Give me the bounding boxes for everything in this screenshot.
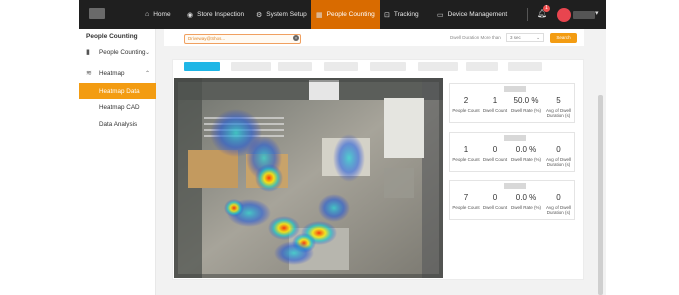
nav-tracking[interactable]: ⊡ Tracking [384, 0, 419, 29]
region-name-placeholder [504, 86, 526, 92]
people-count-label: People Count [452, 205, 480, 210]
stats-panel: 1 People Count 0 Dwell Count 0.0 % Dwell Ra… [449, 132, 575, 172]
sidebar-item-heatmap[interactable]: ≋ Heatmap ⌃ [79, 65, 156, 81]
bar-chart-icon: ▮ [86, 49, 90, 56]
device-icon: ▭ [437, 11, 444, 19]
avg-dwell-label: Avg of Dwell Duration (s) [546, 157, 571, 167]
nav-people-counting[interactable]: ▦ People Counting [311, 0, 380, 29]
heatmap-camera-view [174, 78, 443, 278]
nav-system-setup[interactable]: ⚙ System Setup [256, 0, 307, 29]
username-placeholder[interactable] [573, 11, 595, 19]
chevron-down-icon[interactable]: ▾ [595, 9, 599, 17]
dwell-count-value: 0 [492, 193, 498, 202]
dwell-rate-value: 50.0 % [513, 96, 539, 105]
dwell-duration-label: Dwell Duration More than [450, 35, 501, 40]
sidebar-item-heatmap-data[interactable]: Heatmap Data [79, 83, 156, 99]
avg-dwell-value: 5 [556, 96, 561, 105]
tab-camera-8[interactable] [508, 62, 542, 71]
sidebar-item-heatmap-cad[interactable]: Heatmap CAD [79, 99, 156, 115]
avg-dwell-value: 0 [556, 145, 561, 154]
dwell-duration-select[interactable]: 3 sec ⌄ [506, 33, 544, 42]
avg-dwell-value: 0 [556, 193, 561, 202]
home-icon: ⌂ [145, 11, 150, 18]
region-name-placeholder [504, 135, 526, 141]
nav-device-management[interactable]: ▭ Device Management [437, 0, 507, 29]
tab-camera-2[interactable] [231, 62, 271, 71]
people-count-label: People Count [452, 108, 480, 113]
gear-icon: ⚙ [256, 11, 263, 19]
scrollbar[interactable] [598, 95, 603, 295]
chevron-down-icon: ⌄ [536, 35, 540, 40]
app-logo [89, 8, 105, 19]
chevron-down-icon: ⌄ [145, 49, 151, 56]
people-count-label: People Count [452, 157, 480, 162]
sidebar-item-data-analysis[interactable]: Data Analysis [79, 116, 156, 132]
dwell-rate-label: Dwell Rate (%) [510, 205, 541, 210]
nav-home[interactable]: ⌂ Home [145, 0, 171, 29]
dwell-count-label: Dwell Count [482, 108, 508, 113]
tab-camera-5[interactable] [370, 62, 406, 71]
tab-camera-6[interactable] [418, 62, 458, 71]
top-navigation-bar: ⌂ Home ◉ Store Inspection ⚙ System Setup ▦ P… [79, 0, 606, 29]
avg-dwell-label: Avg of Dwell Duration (s) [546, 205, 571, 215]
dwell-rate-label: Dwell Rate (%) [510, 157, 541, 162]
dwell-count-label: Dwell Count [482, 157, 508, 162]
tab-camera-1[interactable] [184, 62, 220, 71]
dwell-rate-label: Dwell Rate (%) [510, 108, 541, 113]
tab-camera-3[interactable] [278, 62, 312, 71]
avatar[interactable] [557, 8, 571, 22]
avg-dwell-label: Avg of Dwell Duration (s) [546, 108, 571, 118]
tab-camera-4[interactable] [324, 62, 358, 71]
stats-panel: 2 People Count 1 Dwell Count 50.0 % Dwell R… [449, 83, 575, 123]
chevron-up-icon: ⌃ [145, 70, 151, 77]
sidebar-item-people-counting[interactable]: ▮ People Counting ⌄ [79, 44, 156, 60]
nav-divider [527, 8, 528, 21]
notification-badge: 1 [543, 5, 550, 12]
people-count-value: 7 [463, 193, 469, 202]
region-name-placeholder [504, 183, 526, 189]
nav-store-inspection[interactable]: ◉ Store Inspection [187, 0, 244, 29]
sidebar-title: People Counting [86, 33, 138, 40]
tab-camera-7[interactable] [466, 62, 498, 71]
dwell-count-value: 0 [492, 145, 498, 154]
dwell-rate-value: 0.0 % [515, 193, 537, 202]
stats-panel: 7 People Count 0 Dwell Count 0.0 % Dwell Ra… [449, 180, 575, 220]
people-count-value: 1 [463, 145, 469, 154]
sidebar: People Counting ▮ People Counting ⌄ ≋ He… [79, 29, 156, 295]
page-margin-left [0, 0, 79, 295]
tracking-icon: ⊡ [384, 11, 390, 19]
dwell-count-label: Dwell Count [482, 205, 508, 210]
dwell-rate-value: 0.0 % [515, 145, 537, 154]
camera-filter-input[interactable]: Driveway@Shos... [184, 34, 301, 44]
store-inspection-icon: ◉ [187, 11, 194, 19]
dwell-count-value: 1 [492, 96, 498, 105]
page-margin-right [606, 0, 679, 295]
search-button[interactable]: Search [550, 33, 577, 43]
people-counting-icon: ▦ [316, 11, 323, 19]
clear-icon[interactable]: × [293, 35, 299, 41]
people-count-value: 2 [463, 96, 469, 105]
heatmap-image [174, 78, 443, 278]
heatmap-icon: ≋ [86, 70, 92, 77]
